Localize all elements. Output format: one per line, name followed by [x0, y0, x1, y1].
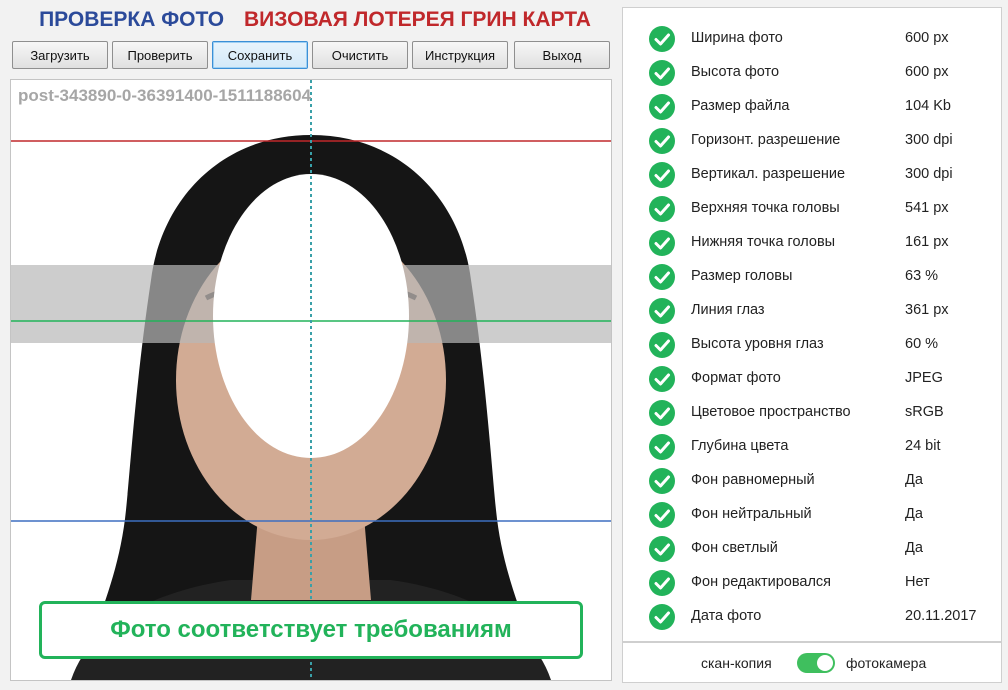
result-value: 20.11.2017: [905, 608, 977, 624]
result-label: Нижняя точка головы: [691, 234, 836, 250]
result-value: 60 %: [905, 336, 939, 352]
result-value: 104 Kb: [905, 98, 951, 114]
result-value: JPEG: [905, 370, 943, 386]
check-icon: [649, 604, 675, 630]
result-row: Фон светлый Да: [649, 534, 989, 564]
result-value: 300 dpi: [905, 166, 953, 182]
result-value: 600 px: [905, 64, 949, 80]
save-button[interactable]: Сохранить: [212, 41, 308, 69]
toggle-knob: [817, 655, 833, 671]
result-label: Фон редактировался: [691, 574, 832, 590]
result-value: Да: [905, 506, 923, 522]
result-value: Да: [905, 540, 923, 556]
result-row: Фон равномерный Да: [649, 466, 989, 496]
check-icon: [649, 60, 675, 86]
check-icon: [649, 264, 675, 290]
result-row: Размер головы 63 %: [649, 262, 989, 292]
result-label: Высота фото: [691, 64, 780, 80]
check-icon: [649, 400, 675, 426]
result-label: Высота уровня глаз: [691, 336, 824, 352]
result-value: 63 %: [905, 268, 939, 284]
result-value: 600 px: [905, 30, 949, 46]
result-value: 24 bit: [905, 438, 941, 454]
result-label: Линия глаз: [691, 302, 765, 318]
result-label: Фон светлый: [691, 540, 778, 556]
result-label: Вертикал. разрешение: [691, 166, 846, 182]
result-row: Верхняя точка головы 541 px: [649, 194, 989, 224]
result-label: Формат фото: [691, 370, 781, 386]
title-check-photo: ПРОВЕРКА ФОТО: [39, 8, 225, 31]
result-value: 361 px: [905, 302, 949, 318]
result-row: Ширина фото 600 px: [649, 24, 989, 54]
check-icon: [649, 536, 675, 562]
result-label: Цветовое пространство: [691, 404, 851, 420]
result-label: Горизонт. разрешение: [691, 132, 841, 148]
result-label: Размер файла: [691, 98, 790, 114]
check-icon: [649, 230, 675, 256]
result-row: Вертикал. разрешение 300 dpi: [649, 160, 989, 190]
result-row: Нижняя точка головы 161 px: [649, 228, 989, 258]
result-row: Высота уровня глаз 60 %: [649, 330, 989, 360]
check-icon: [649, 468, 675, 494]
check-icon: [649, 94, 675, 120]
result-label: Дата фото: [691, 608, 762, 624]
result-row: Глубина цвета 24 bit: [649, 432, 989, 462]
photo-preview: post-343890-0-36391400-1511188604 Фото с…: [10, 79, 612, 681]
result-row: Линия глаз 361 px: [649, 296, 989, 326]
result-label: Ширина фото: [691, 30, 783, 46]
source-toggle-bar: скан-копия фотокамера: [622, 642, 1002, 683]
check-icon: [649, 366, 675, 392]
exit-button[interactable]: Выход: [514, 41, 610, 69]
result-value: 161 px: [905, 234, 949, 250]
result-row: Высота фото 600 px: [649, 58, 989, 88]
source-toggle[interactable]: [797, 653, 835, 673]
file-name: post-343890-0-36391400-1511188604: [18, 86, 312, 105]
result-value: 300 dpi: [905, 132, 953, 148]
result-row: Фон нейтральный Да: [649, 500, 989, 530]
check-icon: [649, 502, 675, 528]
check-icon: [649, 332, 675, 358]
result-row: Горизонт. разрешение 300 dpi: [649, 126, 989, 156]
result-row: Формат фото JPEG: [649, 364, 989, 394]
result-row: Фон редактировался Нет: [649, 568, 989, 598]
result-value: Да: [905, 472, 923, 488]
status-message: Фото соответствует требованиям: [39, 601, 583, 659]
check-icon: [649, 162, 675, 188]
result-value: 541 px: [905, 200, 949, 216]
result-label: Фон нейтральный: [691, 506, 812, 522]
check-icon: [649, 196, 675, 222]
result-label: Фон равномерный: [691, 472, 815, 488]
check-icon: [649, 434, 675, 460]
result-row: Цветовое пространство sRGB: [649, 398, 989, 428]
check-icon: [649, 128, 675, 154]
clear-button[interactable]: Очистить: [312, 41, 408, 69]
result-label: Глубина цвета: [691, 438, 789, 454]
result-value: Нет: [905, 574, 930, 590]
scan-copy-label: скан-копия: [701, 655, 772, 671]
check-icon: [649, 26, 675, 52]
photo-canvas: [11, 80, 611, 680]
title-lottery: ВИЗОВАЯ ЛОТЕРЕЯ ГРИН КАРТА: [243, 8, 591, 31]
result-label: Верхняя точка головы: [691, 200, 840, 216]
camera-label: фотокамера: [846, 655, 927, 671]
instructions-button[interactable]: Инструкция: [412, 41, 508, 69]
results-panel: Ширина фото 600 px Высота фото 600 px Ра…: [622, 7, 1002, 642]
result-row: Дата фото 20.11.2017: [649, 602, 989, 632]
check-icon: [649, 570, 675, 596]
result-value: sRGB: [905, 404, 944, 420]
app-title: ПРОВЕРКА ФОТО ВИЗОВАЯ ЛОТЕРЕЯ ГРИН КАРТА: [0, 8, 630, 32]
result-label: Размер головы: [691, 268, 793, 284]
upload-button[interactable]: Загрузить: [12, 41, 108, 69]
check-icon: [649, 298, 675, 324]
check-button[interactable]: Проверить: [112, 41, 208, 69]
result-row: Размер файла 104 Kb: [649, 92, 989, 122]
